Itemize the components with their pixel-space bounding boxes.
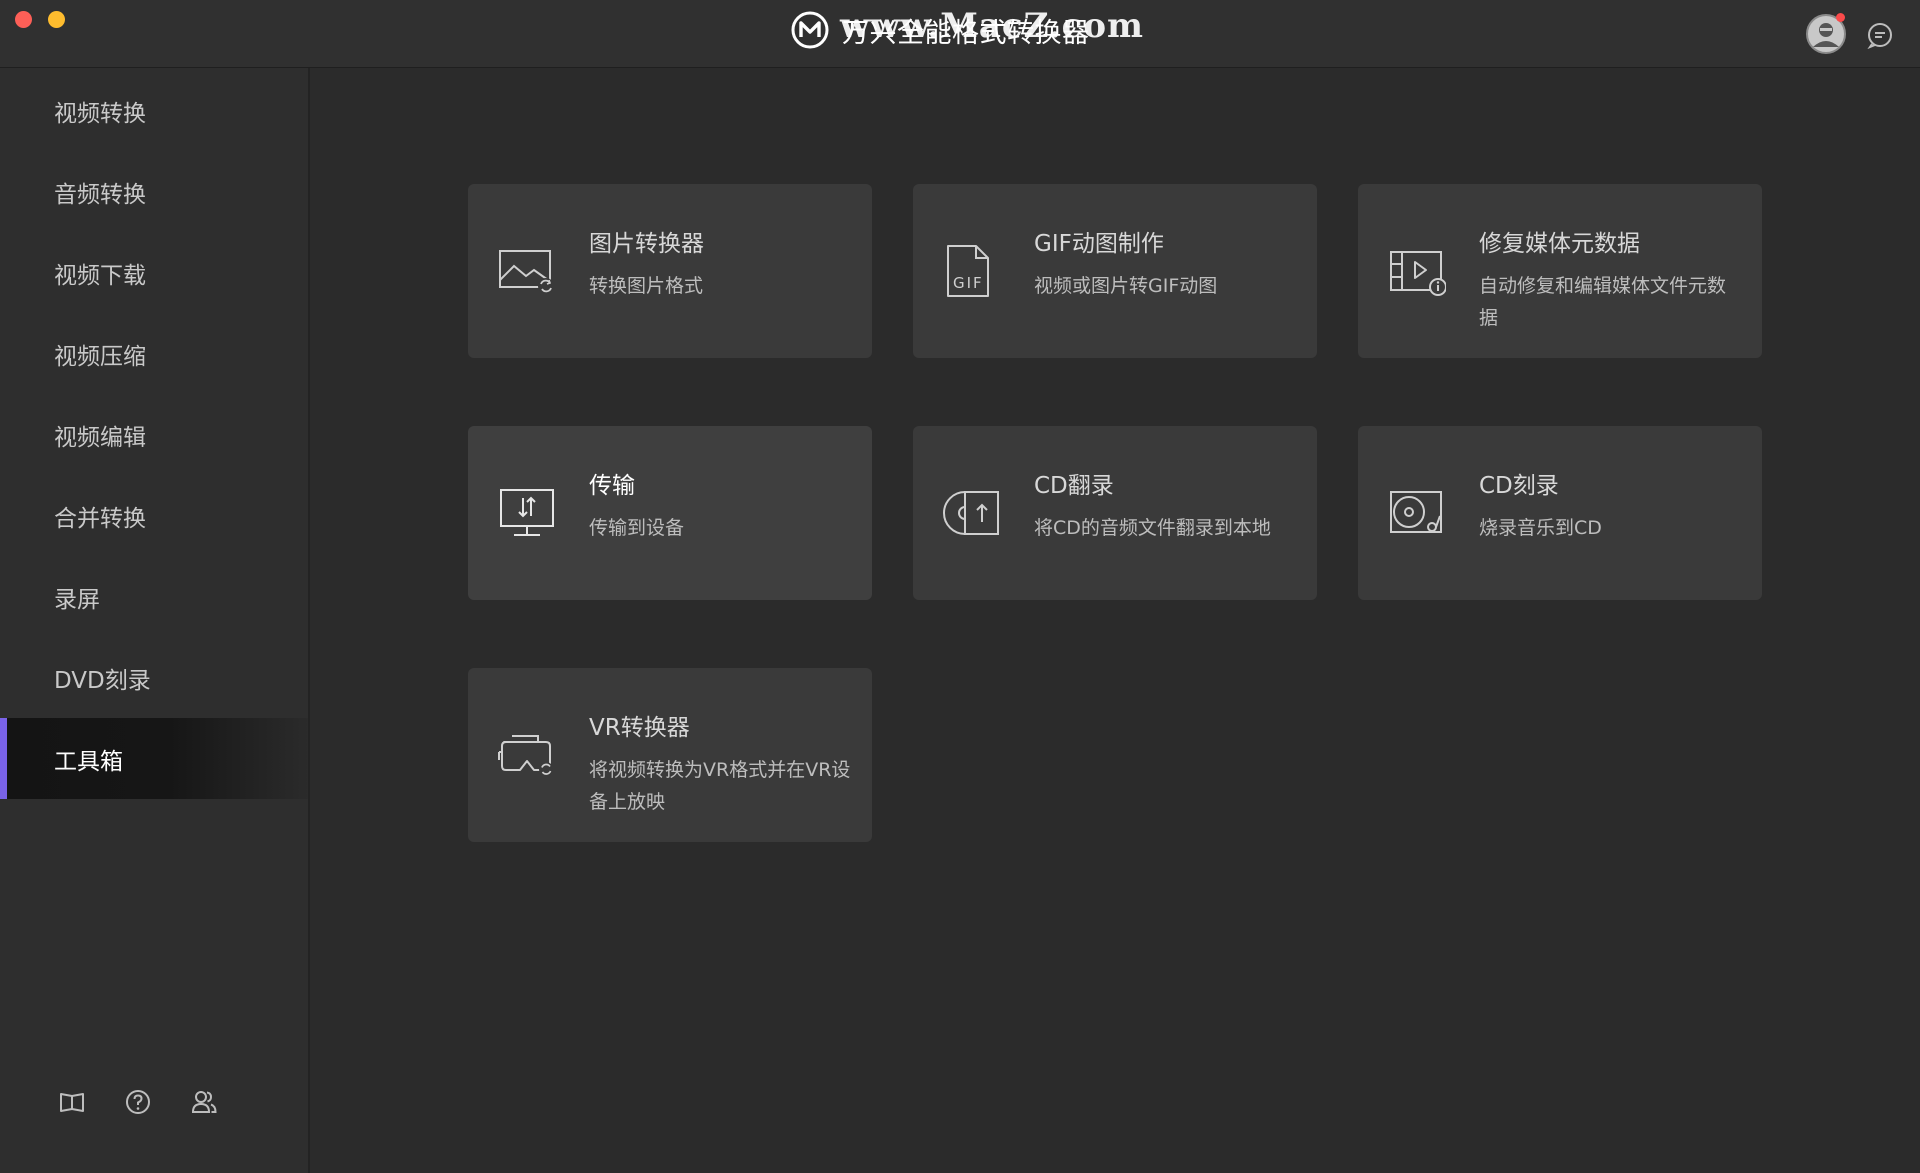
card-description: 传输到设备	[589, 517, 685, 539]
app-logo-icon	[791, 11, 829, 49]
sidebar-item-label: 录屏	[54, 586, 100, 613]
sidebar-item-label: 视频编辑	[54, 424, 146, 451]
tool-card-vr-converter[interactable]: VR转换器 将视频转换为VR格式并在VR设备上放映	[468, 668, 872, 842]
card-title: GIF动图制作	[1034, 231, 1164, 257]
notification-dot	[1836, 13, 1845, 22]
sidebar: 视频转换 音频转换 视频下载 视频压缩 视频编辑 合并转换 录屏 DVD刻录 工…	[0, 68, 310, 1173]
book-icon[interactable]	[58, 1088, 86, 1116]
card-title: 图片转换器	[589, 231, 704, 257]
tool-card-image-converter[interactable]: 图片转换器 转换图片格式	[468, 184, 872, 358]
sidebar-item-label: 视频下载	[54, 262, 146, 289]
sidebar-item-video-compress[interactable]: 视频压缩	[0, 313, 308, 394]
card-description: 烧录音乐到CD	[1479, 517, 1602, 539]
app-window: 万兴全能格式转换器 www.MacZ.com 视频转换 音频转换 视频下载 视频	[0, 0, 1920, 1173]
card-description: 将CD的音频文件翻录到本地	[1034, 517, 1271, 539]
card-description: 将视频转换为VR格式并在VR设备上放映	[589, 759, 851, 813]
card-title: CD翻录	[1034, 473, 1114, 499]
tool-card-fix-metadata[interactable]: 修复媒体元数据 自动修复和编辑媒体文件元数据	[1358, 184, 1762, 358]
card-description: 转换图片格式	[589, 275, 704, 297]
sidebar-item-merge-convert[interactable]: 合并转换	[0, 475, 308, 556]
sidebar-item-label: 音频转换	[54, 181, 146, 208]
sidebar-item-video-download[interactable]: 视频下载	[0, 232, 308, 313]
sidebar-item-label: DVD刻录	[54, 667, 151, 694]
metadata-icon	[1390, 251, 1446, 296]
sidebar-item-audio-convert[interactable]: 音频转换	[0, 151, 308, 232]
minimize-window-button[interactable]	[48, 11, 65, 28]
users-icon[interactable]	[190, 1088, 218, 1116]
sidebar-item-label: 合并转换	[54, 505, 146, 532]
image-convert-icon	[499, 250, 554, 294]
close-window-button[interactable]	[15, 11, 32, 28]
svg-text:GIF: GIF	[953, 274, 984, 292]
sidebar-item-label: 工具箱	[54, 748, 123, 775]
vr-icon	[498, 735, 553, 776]
help-icon[interactable]	[124, 1088, 152, 1116]
title-bar: 万兴全能格式转换器 www.MacZ.com	[0, 0, 1920, 68]
card-title: VR转换器	[589, 715, 690, 741]
watermark: www.MacZ.com	[840, 6, 1145, 46]
sidebar-item-video-convert[interactable]: 视频转换	[0, 70, 308, 151]
sidebar-item-label: 视频转换	[54, 100, 146, 127]
sidebar-item-video-edit[interactable]: 视频编辑	[0, 394, 308, 475]
card-title: 传输	[589, 473, 635, 499]
transfer-icon	[500, 489, 554, 536]
sidebar-item-dvd-burn[interactable]: DVD刻录	[0, 637, 308, 718]
feedback-message-icon[interactable]	[1866, 21, 1894, 49]
tool-card-cd-burn[interactable]: CD刻录 烧录音乐到CD	[1358, 426, 1762, 600]
card-title: 修复媒体元数据	[1479, 231, 1640, 257]
tool-card-gif-maker[interactable]: GIF GIF动图制作 视频或图片转GIF动图	[913, 184, 1317, 358]
cd-burn-icon	[1390, 491, 1442, 533]
sidebar-item-toolbox[interactable]: 工具箱	[0, 718, 308, 799]
tool-card-transfer[interactable]: 传输 传输到设备	[468, 426, 872, 600]
gif-icon: GIF	[947, 245, 989, 297]
sidebar-item-label: 视频压缩	[54, 343, 146, 370]
toolbox-panel: 图片转换器 转换图片格式 GIF GIF动图制作 视频或图片转GIF动图 修复媒…	[310, 68, 1920, 1173]
card-description: 自动修复和编辑媒体文件元数据	[1479, 275, 1727, 329]
sidebar-item-screen-record[interactable]: 录屏	[0, 556, 308, 637]
card-description: 视频或图片转GIF动图	[1034, 275, 1218, 297]
cd-rip-icon	[943, 491, 999, 535]
tool-card-cd-rip[interactable]: CD翻录 将CD的音频文件翻录到本地	[913, 426, 1317, 600]
card-title: CD刻录	[1479, 473, 1559, 499]
sidebar-footer	[58, 1088, 218, 1116]
